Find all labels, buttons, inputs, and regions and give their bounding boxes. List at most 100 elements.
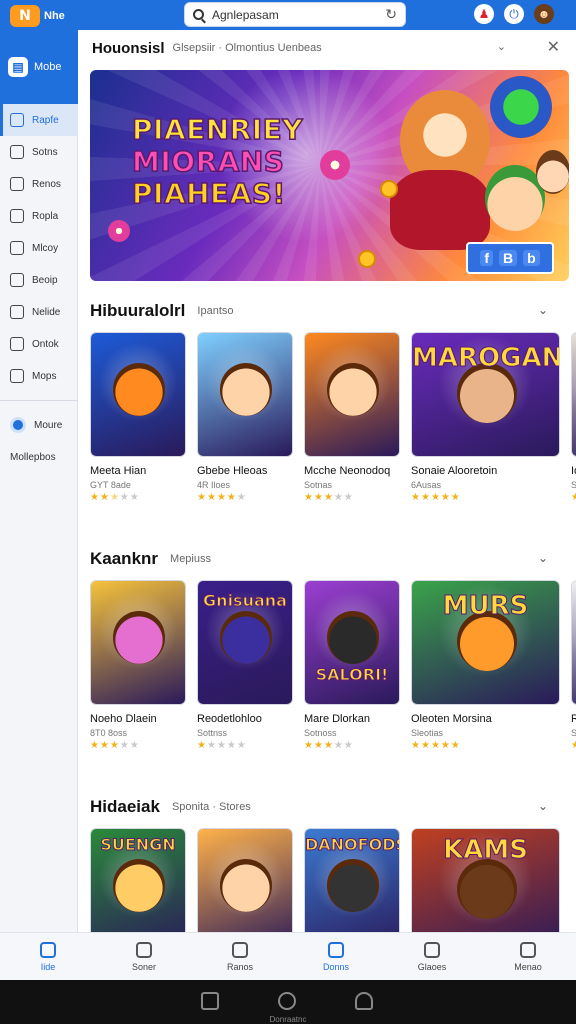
sidebar-item[interactable]: Nelide [0, 296, 78, 328]
badge-b-icon[interactable]: B [498, 250, 518, 266]
game-thumbnail[interactable]: MAROGAN [411, 332, 560, 457]
chevron-down-icon[interactable]: ⌄ [538, 799, 548, 813]
refresh-icon[interactable]: ↻ [385, 6, 397, 23]
nav-item[interactable]: Iide [0, 933, 96, 980]
rating-stars: ★★★★★ [90, 492, 186, 503]
game-thumbnail[interactable] [197, 828, 293, 932]
game-thumbnail[interactable]: DANOFODS [304, 828, 400, 932]
banner-title: PIAENRIEY MIORANS PIAHEAS! [131, 113, 304, 211]
game-card[interactable]: SALORI! Mare Dlorkan Sotnoss ★★★★★ [304, 580, 400, 751]
nav-item[interactable]: Donns [288, 933, 384, 980]
sidebar-item[interactable]: Beoip [0, 264, 78, 296]
game-meta: Sleotias [411, 728, 444, 738]
chevron-down-icon[interactable]: ⌄ [497, 40, 506, 53]
person-icon [520, 941, 536, 958]
nav-item[interactable]: Soner [96, 933, 192, 980]
game-card[interactable]: Gnisuana Reodetlohloo Sottnss ★★★★★ [197, 580, 293, 751]
nav-item-label: Glaoes [417, 961, 447, 972]
notification-icon[interactable]: ♟ [474, 4, 494, 24]
game-thumbnail[interactable] [571, 332, 576, 457]
app-logo[interactable]: N Nhe [10, 5, 65, 27]
game-thumbnail[interactable]: SALORI! [304, 580, 400, 705]
user-icon[interactable] [355, 992, 373, 1010]
main-panel: Houonsisl Glsepsiir · Olmontius Uenbeas … [78, 30, 576, 932]
bookmark-icon [10, 113, 24, 127]
close-icon[interactable]: ✕ [547, 37, 560, 57]
sidebar-item-extra[interactable]: Moure [0, 409, 78, 441]
sidebar-item[interactable]: Ropla [0, 200, 78, 232]
game-card[interactable]: DANOFODS [304, 828, 400, 932]
sidebar-home[interactable]: ▤ Mobe [0, 30, 78, 104]
card-row: Noeho Dlaein 8T0 8oss ★★★★★ Gnisuana Reodetl… [90, 580, 576, 780]
nav-item[interactable]: Ranos [192, 933, 288, 980]
facebook-icon[interactable]: f [480, 250, 493, 266]
star-icon: ★ [129, 492, 140, 503]
hero-banner[interactable]: PIAENRIEY MIORANS PIAHEAS! f B b [90, 70, 569, 281]
game-card[interactable]: Noeho Dlaein 8T0 8oss ★★★★★ [90, 580, 186, 751]
star-icon: ★ [411, 740, 421, 751]
game-thumbnail[interactable] [90, 580, 186, 705]
game-thumbnail[interactable]: MURS [411, 580, 560, 705]
star-icon: ★ [119, 492, 130, 503]
game-thumbnail[interactable]: SUENGN [90, 828, 186, 932]
nav-item[interactable]: Glaoes [384, 933, 480, 980]
back-icon[interactable] [201, 992, 219, 1010]
game-thumbnail[interactable]: Gnisuana [197, 580, 293, 705]
rating-stars: ★★★★★ [411, 492, 560, 503]
star-icon: ★ [411, 492, 421, 503]
star-icon: ★ [90, 492, 100, 503]
game-card[interactable]: Gbebe Hleoas 4R Iloes ★★★★★ [197, 332, 293, 503]
sidebar-item[interactable]: Renos [0, 168, 78, 200]
game-card[interactable]: SUENGN [90, 828, 186, 932]
banner-title-line3: PIAHEAS! [131, 177, 286, 211]
banner-candy-art [320, 150, 350, 180]
sidebar-divider [0, 400, 78, 401]
sidebar-item[interactable]: Sotns [0, 136, 78, 168]
search-input[interactable] [212, 7, 372, 22]
star-icon: ★ [304, 740, 314, 751]
game-card[interactable] [197, 828, 293, 932]
star-icon: ★ [226, 492, 237, 503]
store-icon [136, 941, 152, 958]
banner-title-line1: PIAENRIEY [131, 113, 304, 147]
power-icon[interactable]: ⏻ [504, 4, 524, 24]
character-art [456, 859, 517, 919]
game-card[interactable]: KAMS [411, 828, 560, 932]
thumbnail-title: MURS [442, 591, 529, 622]
phone-icon [10, 305, 24, 319]
chevron-down-icon[interactable]: ⌄ [538, 303, 548, 317]
game-card[interactable]: MURS Oleoten Morsina Sleotias ★★★★★ [411, 580, 560, 751]
game-thumbnail[interactable]: KAMS [411, 828, 560, 932]
game-thumbnail[interactable] [304, 332, 400, 457]
home-circle-icon[interactable] [278, 992, 296, 1010]
star-icon: ★ [323, 740, 334, 751]
character-art [326, 363, 380, 416]
banner-social-badge[interactable]: f B b [466, 242, 554, 274]
game-meta: Seotie [571, 480, 576, 490]
search-bar[interactable]: ↻ [184, 2, 406, 27]
badge-b2-icon[interactable]: b [523, 250, 540, 266]
sidebar-extra-label: Moure [34, 419, 63, 431]
chevron-down-icon[interactable]: ⌄ [538, 551, 548, 565]
game-card[interactable]: Roochen Seeals ★★★★★ [571, 580, 576, 751]
star-icon: ★ [430, 492, 441, 503]
system-label: Donraatnc [269, 1015, 307, 1024]
game-card[interactable]: Meeta Hian GYT 8ade ★★★★★ [90, 332, 186, 503]
sidebar-item[interactable]: Ontok [0, 328, 78, 360]
nav-item[interactable]: Menao [480, 933, 576, 980]
game-thumbnail[interactable] [197, 332, 293, 457]
game-thumbnail[interactable] [90, 332, 186, 457]
avatar[interactable]: ☻ [534, 4, 554, 24]
banner-candy-art [108, 220, 130, 242]
shield-icon [10, 273, 24, 287]
sidebar-item[interactable]: Rapfe [0, 104, 78, 136]
game-thumbnail[interactable] [571, 580, 576, 705]
game-card[interactable]: Mcche Neonodoq Sotnas ★★★★★ [304, 332, 400, 503]
section-title: Hibuuralolrl [90, 301, 186, 320]
game-card[interactable]: MAROGAN Sonaie Alooretoin 6Ausas ★★★★★ [411, 332, 560, 503]
system-nav-bar: Donraatnc [0, 980, 576, 1024]
sidebar-item-extra-2[interactable]: Mollepbos [0, 441, 78, 473]
game-card[interactable]: Iolacniun Seotie ★★★★★ [571, 332, 576, 503]
sidebar-item[interactable]: Mlcoy [0, 232, 78, 264]
sidebar-item[interactable]: Mops [0, 360, 78, 392]
